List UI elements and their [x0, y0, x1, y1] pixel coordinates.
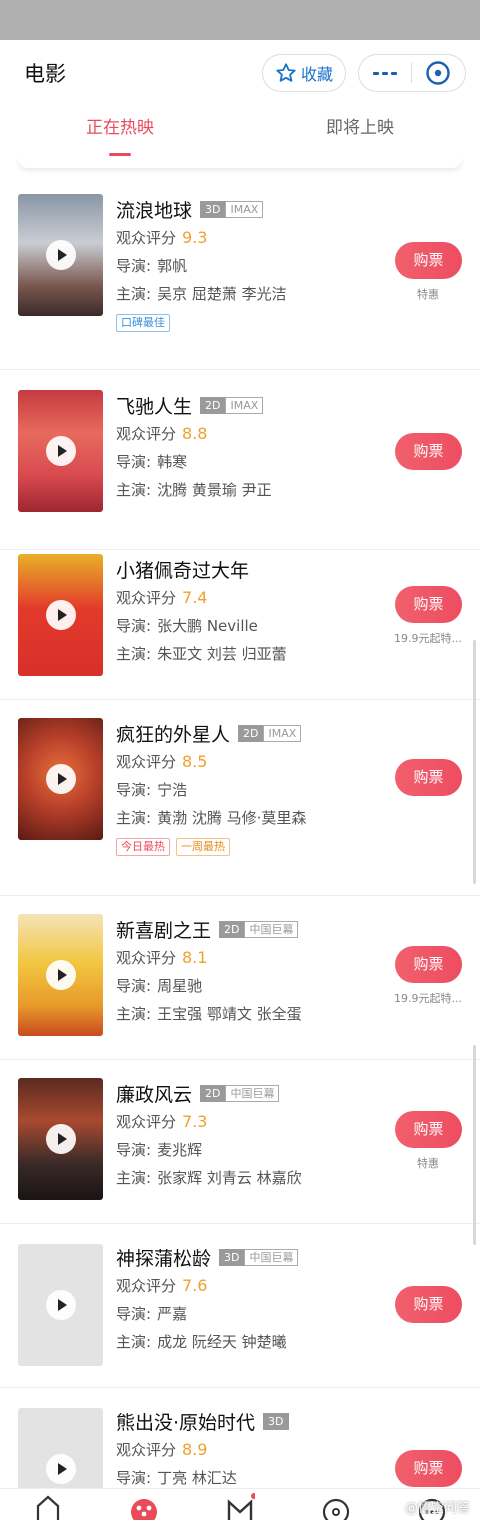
more-icon[interactable]	[373, 71, 397, 75]
format-tag: 2D 中国巨幕	[219, 920, 299, 938]
scrollbar[interactable]	[473, 1045, 476, 1245]
movie-poster[interactable]	[18, 1244, 103, 1366]
banner-edge	[18, 156, 462, 168]
format-tag: 3D 中国巨幕	[219, 1248, 299, 1266]
play-icon[interactable]	[45, 764, 76, 794]
movie-score: 8.1	[182, 948, 208, 967]
movie-director: 郭帆	[157, 257, 188, 275]
buy-note: 特惠	[417, 288, 439, 301]
play-icon[interactable]	[45, 240, 76, 270]
play-icon[interactable]	[45, 1454, 76, 1484]
buy-note: 特惠	[417, 1157, 439, 1170]
play-icon[interactable]	[45, 960, 76, 990]
movie-title: 小猪佩奇过大年	[116, 559, 250, 582]
buy-ticket-button[interactable]: 购票	[395, 759, 462, 796]
mini-program-controls	[358, 54, 466, 92]
play-icon[interactable]	[45, 600, 76, 630]
tab-coming-soon[interactable]: 即将上映	[240, 106, 480, 156]
movie-poster[interactable]	[18, 914, 103, 1036]
scrollbar[interactable]	[473, 640, 476, 884]
format-tag: 2D IMAX	[238, 724, 302, 742]
favorite-label: 收藏	[300, 65, 333, 84]
movie-cast: 黄渤 沈腾 马修·莫里森	[157, 809, 307, 827]
buy-ticket-button[interactable]: 购票	[395, 1111, 462, 1148]
movie-icon[interactable]	[129, 1490, 159, 1520]
movie-item[interactable]: 廉政风云 2D 中国巨幕 观众评分 7.3 导演: 麦兆辉 主演: 张家辉 刘青云 林嘉…	[0, 1060, 480, 1224]
movie-director: 周星驰	[157, 977, 203, 995]
movie-item[interactable]: 飞驰人生 2D IMAX 观众评分 8.8 导演: 韩寒 主演: 沈腾 黄景瑜 尹正 购…	[0, 370, 480, 550]
buy-note: 19.9元起特...	[394, 992, 462, 1005]
star-icon	[276, 63, 296, 82]
divider	[410, 63, 412, 83]
movie-score: 8.5	[182, 752, 208, 771]
buy-ticket-button[interactable]: 购票	[395, 242, 462, 279]
movie-item[interactable]: 新喜剧之王 2D 中国巨幕 观众评分 8.1 导演: 周星驰 主演: 王宝强 鄂靖文 张…	[0, 896, 480, 1060]
movie-score: 8.8	[182, 424, 208, 443]
movie-cast: 吴京 屈楚萧 李光洁	[157, 285, 287, 303]
watermark: @悟空问答	[404, 1501, 470, 1516]
movie-item[interactable]: 小猪佩奇过大年 观众评分 7.4 导演: 张大鹏 Neville 主演: 朱亚文 刘芸…	[0, 550, 480, 700]
movie-cast: 成龙 阮经天 钟楚曦	[157, 1333, 287, 1351]
movie-poster[interactable]	[18, 194, 103, 316]
status-bar	[0, 0, 480, 40]
movie-title: 廉政风云	[116, 1083, 193, 1106]
movie-cast: 张家辉 刘青云 林嘉欣	[157, 1169, 302, 1187]
movie-cast: 王宝强 鄂靖文 张全蛋	[157, 1005, 302, 1023]
buy-ticket-button[interactable]: 购票	[395, 1450, 462, 1487]
movie-title: 流浪地球	[116, 199, 193, 222]
movie-title: 神探蒲松龄	[116, 1247, 212, 1270]
movie-director: 麦兆辉	[157, 1141, 203, 1159]
buy-ticket-button[interactable]: 购票	[395, 946, 462, 983]
movie-title: 新喜剧之王	[116, 919, 212, 942]
movie-cast: 沈腾 黄景瑜 尹正	[157, 481, 272, 499]
format-tag: 2D 中国巨幕	[200, 1084, 280, 1102]
tab-bar: 正在热映 即将上映	[0, 106, 480, 156]
movie-score: 7.6	[182, 1276, 208, 1295]
movie-score: 7.3	[182, 1112, 208, 1131]
play-icon[interactable]	[45, 436, 76, 466]
movie-poster[interactable]	[18, 554, 103, 676]
close-icon[interactable]	[425, 60, 451, 86]
format-tag: 3D IMAX	[200, 200, 264, 218]
movie-cast: 朱亚文 刘芸 归亚蕾	[157, 645, 287, 663]
buy-note: 19.9元起特...	[394, 632, 462, 645]
movie-poster[interactable]	[18, 390, 103, 512]
movie-badge: 一周最热	[176, 838, 230, 856]
movie-director: 宁浩	[157, 781, 188, 799]
movie-poster[interactable]	[18, 1078, 103, 1200]
movie-score: 9.3	[182, 228, 208, 247]
buy-ticket-button[interactable]: 购票	[395, 1286, 462, 1323]
movie-director: 丁亮 林汇达	[157, 1469, 237, 1487]
movie-item[interactable]: 疯狂的外星人 2D IMAX 观众评分 8.5 导演: 宁浩 主演: 黄渤 沈腾 马修·…	[0, 700, 480, 896]
movie-title: 飞驰人生	[116, 395, 193, 418]
movie-score: 7.4	[182, 588, 208, 607]
movie-title: 疯狂的外星人	[116, 723, 231, 746]
format-tag: 3D	[263, 1412, 289, 1430]
format-tag: 2D IMAX	[200, 396, 264, 414]
movie-director: 韩寒	[157, 453, 188, 471]
buy-ticket-button[interactable]: 购票	[395, 433, 462, 470]
favorite-button[interactable]: 收藏	[261, 54, 346, 92]
movie-badge: 今日最热	[116, 838, 170, 856]
play-icon[interactable]	[45, 1124, 76, 1154]
page-title: 电影	[24, 62, 66, 86]
buy-ticket-button[interactable]: 购票	[395, 586, 462, 623]
movie-poster[interactable]	[18, 718, 103, 840]
movie-title: 熊出没·原始时代	[116, 1411, 256, 1434]
movie-score: 8.9	[182, 1440, 208, 1459]
movie-item[interactable]: 神探蒲松龄 3D 中国巨幕 观众评分 7.6 导演: 严嘉 主演: 成龙 阮经天 钟楚曦…	[0, 1224, 480, 1388]
brand-icon[interactable]	[225, 1490, 255, 1520]
movie-director: 张大鹏 Neville	[157, 617, 258, 635]
home-icon[interactable]	[33, 1490, 63, 1520]
music-icon[interactable]	[321, 1490, 351, 1520]
movie-badge: 口碑最佳	[116, 314, 170, 332]
movie-director: 严嘉	[157, 1305, 188, 1323]
movie-item[interactable]: 流浪地球 3D IMAX 观众评分 9.3 导演: 郭帆 主演: 吴京 屈楚萧 李光洁 …	[0, 180, 480, 370]
play-icon[interactable]	[45, 1290, 76, 1320]
tab-now-showing[interactable]: 正在热映	[0, 106, 240, 156]
app-header: 电影 收藏	[0, 40, 480, 106]
